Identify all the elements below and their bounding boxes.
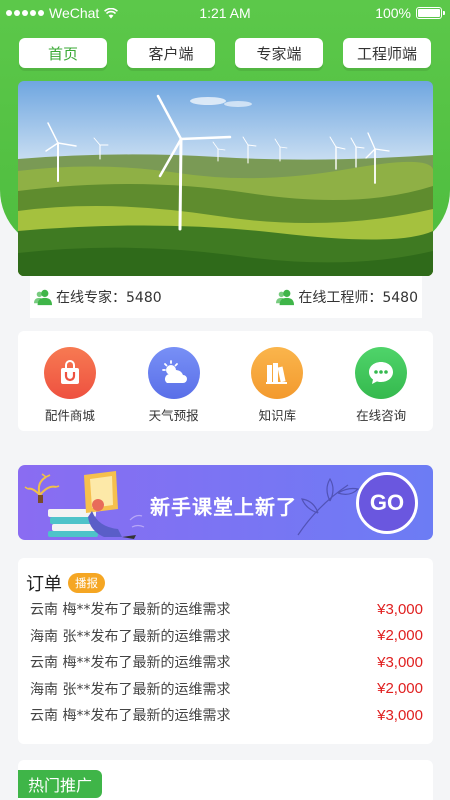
order-text: 云南 梅**发布了最新的运维需求 — [30, 602, 231, 619]
role-tabs: 首页 客户端 专家端 工程师端 — [0, 38, 450, 68]
feature-weather[interactable]: 天气预报 — [129, 347, 219, 424]
users-icon — [276, 289, 295, 306]
feature-label: 在线咨询 — [356, 408, 407, 423]
order-price: ¥3,000 — [377, 600, 423, 618]
wind-farm-banner[interactable] — [18, 81, 433, 276]
feature-grid: 配件商城 天气预报 知识库 在线咨询 — [18, 331, 433, 431]
orders-title: 订单 — [26, 574, 62, 595]
go-button[interactable]: GO — [356, 472, 418, 534]
online-experts-text: 在线专家：5480 — [56, 290, 162, 306]
order-price: ¥3,000 — [377, 653, 423, 671]
feature-label: 配件商城 — [44, 408, 95, 423]
hot-promotion-section: 热门推广 — [18, 760, 433, 800]
tab-client[interactable]: 客户端 — [127, 38, 215, 68]
users-icon — [34, 289, 52, 306]
wind-farm-image — [18, 81, 433, 276]
tab-home[interactable]: 首页 — [19, 38, 107, 68]
order-row[interactable]: 云南 梅**发布了最新的运维需求 ¥3,000 — [26, 702, 423, 729]
tab-engineer[interactable]: 工程师端 — [343, 38, 431, 68]
status-bar: WeChat 1:21 AM 100% — [0, 0, 450, 26]
order-price: ¥2,000 — [377, 680, 423, 698]
books-icon — [251, 347, 304, 399]
order-price: ¥3,000 — [377, 706, 423, 724]
feature-knowledge-base[interactable]: 知识库 — [232, 347, 322, 424]
feature-label: 天气预报 — [148, 408, 199, 423]
online-engineers-text: 在线工程师：5480 — [298, 290, 418, 306]
weather-icon — [147, 347, 200, 399]
online-stats-bar: 在线专家：5480 在线工程师：5480 — [30, 276, 422, 318]
order-text: 云南 梅**发布了最新的运维需求 — [30, 708, 231, 725]
hot-promotion-title: 热门推广 — [18, 770, 103, 798]
battery-percent: 100% — [375, 5, 411, 21]
newbie-course-banner[interactable]: 新手课堂上新了 GO — [18, 465, 433, 540]
promo-title: 新手课堂上新了 — [150, 495, 297, 519]
chat-icon — [355, 347, 408, 399]
feature-label: 知识库 — [258, 408, 297, 423]
online-engineers-stat: 在线工程师：5480 — [276, 287, 418, 307]
reading-illustration — [24, 471, 145, 539]
order-row[interactable]: 海南 张**发布了最新的运维需求 ¥2,000 — [26, 676, 423, 703]
broadcast-badge: 播报 — [68, 573, 105, 593]
online-experts-stat: 在线专家：5480 — [34, 287, 162, 307]
order-row[interactable]: 云南 梅**发布了最新的运维需求 ¥3,000 — [26, 596, 423, 623]
shopping-bag-icon — [43, 347, 96, 399]
feature-online-consult[interactable]: 在线咨询 — [336, 347, 426, 424]
order-text: 海南 张**发布了最新的运维需求 — [30, 681, 231, 698]
order-price: ¥2,000 — [377, 627, 423, 645]
order-row[interactable]: 海南 张**发布了最新的运维需求 ¥2,000 — [26, 623, 423, 650]
order-text: 云南 梅**发布了最新的运维需求 — [30, 655, 231, 672]
battery-icon — [416, 7, 445, 19]
orders-card: 订单 播报 云南 梅**发布了最新的运维需求 ¥3,000 海南 张**发布了最… — [18, 558, 433, 744]
order-row[interactable]: 云南 梅**发布了最新的运维需求 ¥3,000 — [26, 649, 423, 676]
tab-expert[interactable]: 专家端 — [235, 38, 323, 68]
order-text: 海南 张**发布了最新的运维需求 — [30, 628, 231, 645]
feature-parts-mall[interactable]: 配件商城 — [25, 347, 115, 424]
